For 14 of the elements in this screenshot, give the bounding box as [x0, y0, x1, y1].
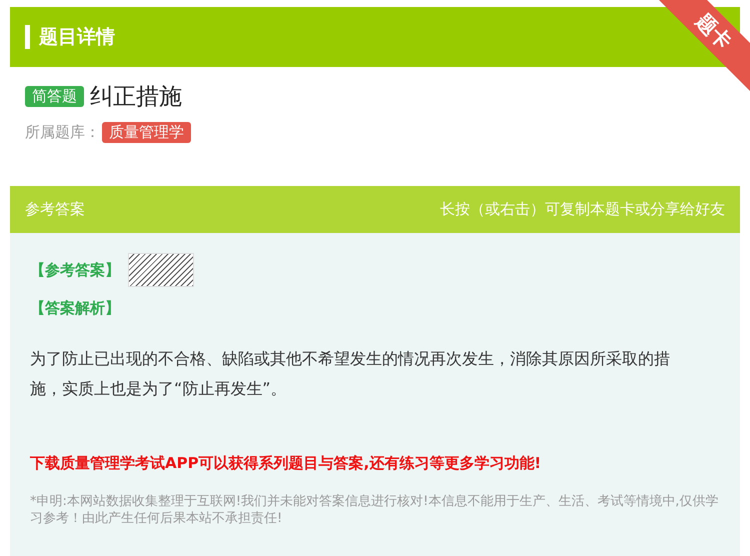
title-marker: [25, 25, 30, 49]
answer-title: 参考答案: [25, 200, 85, 219]
question-title: 纠正措施: [90, 83, 182, 112]
question-type-tag: 简答题: [25, 86, 84, 107]
answer-image: [128, 253, 194, 287]
share-hint: 长按（或右击）可复制本题卡或分享给好友: [440, 200, 725, 219]
promo-text: 下载质量管理学考试APP可以获得系列题目与答案,还有练习等更多学习功能!: [30, 454, 542, 473]
disclaimer-text: *申明:本网站数据收集整理于互联网!我们并未能对答案信息进行核对!本信息不能用于生产、生活、考试等情境中,仅供学习参考！由此产生任何后果本站不承担责任!: [30, 493, 720, 527]
header-title: 题目详情: [39, 25, 115, 50]
analysis-text: 为了防止已出现的不合格、缺陷或其他不希望发生的情况再次发生，消除其原因所采取的措施，实质上也是为了“防止再发生”。: [30, 348, 671, 400]
analysis-label: 【答案解析】: [30, 299, 120, 318]
library-label: 所属题库：: [25, 123, 100, 142]
answer-label: 【参考答案】: [30, 260, 120, 280]
library-tag[interactable]: 质量管理学: [102, 122, 191, 143]
